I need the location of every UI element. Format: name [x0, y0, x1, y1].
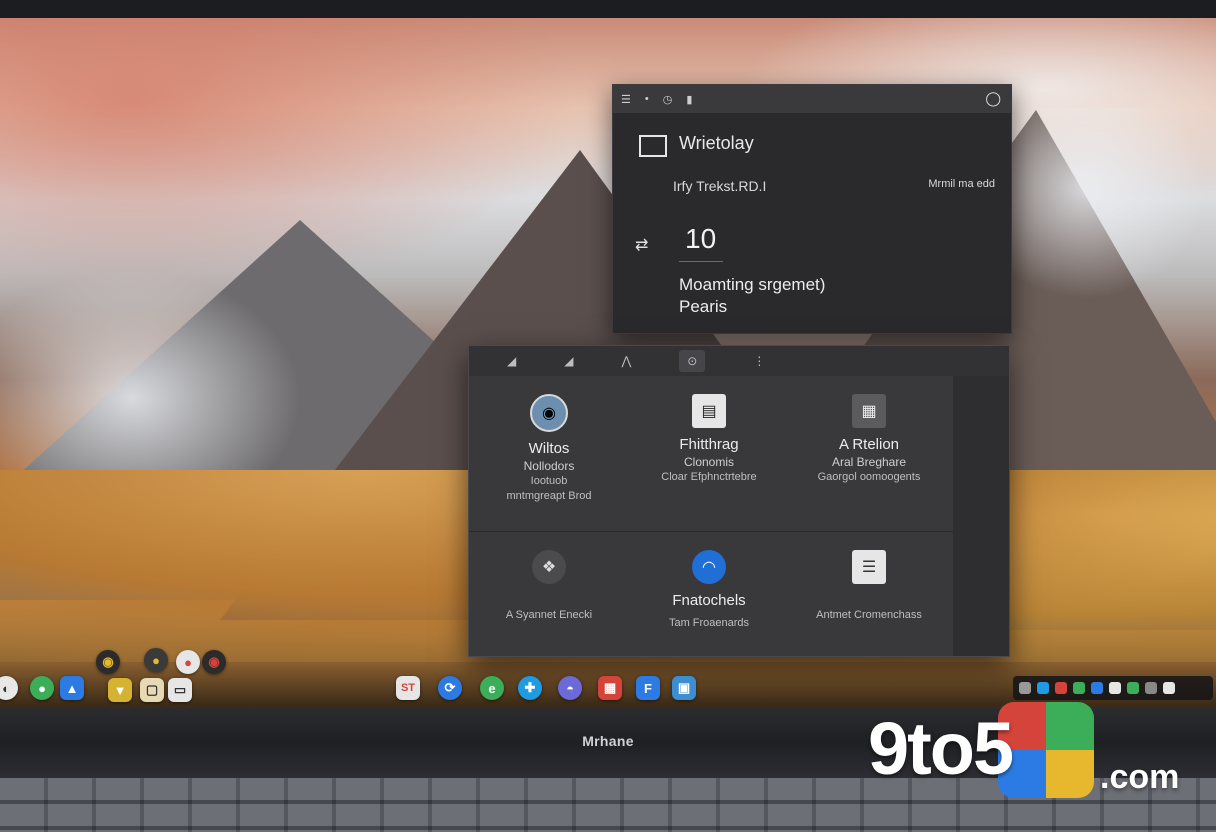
grid-cell-fhitthrag[interactable]: ▤ Fhitthrag Clonomis Cloar Efphnctrtebre — [629, 376, 789, 526]
phone-icon: ▦ — [852, 394, 886, 428]
count-underline — [679, 261, 723, 262]
document-icon: ▤ — [692, 394, 726, 428]
window-title: Wrietolay — [679, 133, 754, 153]
tray-icon[interactable] — [1127, 682, 1139, 694]
tray-icon[interactable] — [1109, 682, 1121, 694]
cell-subtitle: Nollodors — [523, 459, 575, 473]
tray-icon[interactable] — [1073, 682, 1085, 694]
window-icon[interactable]: ▣ — [672, 676, 696, 700]
tray-icon[interactable] — [1037, 682, 1049, 694]
app-grid-window: ◢ ◢ ⋀ ⊙ ⋮ ◉ Wiltos Nollodors Iootuob mnt… — [468, 345, 1010, 657]
grid-cell-wiltos[interactable]: ◉ Wiltos Nollodors Iootuob mntmgreapt Br… — [469, 376, 629, 526]
globe-icon: ◉ — [530, 394, 568, 432]
tray-icon[interactable] — [1163, 682, 1175, 694]
message-icon: ☰ — [852, 550, 886, 584]
cell-subtitle: Clonomis — [683, 455, 734, 469]
count-value: 10 — [685, 223, 717, 254]
edge-icon[interactable]: ⟳ — [438, 676, 462, 700]
more-icon[interactable]: ⋮ — [753, 354, 765, 368]
cell-detail: Gaorgol oomoogents — [817, 471, 921, 483]
window-titlebar: ☰ • ◷ ▮ — [613, 85, 1011, 113]
grid-cell-a-rtelion[interactable]: ▦ A Rtelion Aral Breghare Gaorgol oomoog… — [789, 376, 949, 526]
tray-icon[interactable] — [1055, 682, 1067, 694]
cell-detail: Tam Froaenards — [668, 617, 750, 629]
tray-icon[interactable] — [1145, 682, 1157, 694]
top-app-window: ☰ • ◷ ▮ ◯ Wrietolay Irfy Trekst.RD.I Mrm… — [612, 84, 1012, 334]
detail-line-1: Moamting srgemet) — [679, 275, 826, 294]
stack-icon[interactable]: ◓ — [558, 676, 582, 700]
window-subtitle: Irfy Trekst.RD.I — [673, 178, 767, 194]
clock-icon[interactable]: ◷ — [663, 93, 673, 106]
grid-sidebar — [953, 376, 1009, 656]
cell-detail: Cloar Efphnctrtebre — [661, 471, 757, 483]
notification-icon[interactable]: ◉ — [96, 650, 120, 674]
calendar-icon[interactable]: ▭ — [168, 678, 192, 702]
window-meta: Mrmil ma edd — [928, 178, 995, 190]
cell-detail: Iootuob — [530, 475, 568, 487]
share-icon[interactable]: ⇄ — [635, 235, 648, 255]
drive-icon[interactable]: ▲ — [60, 676, 84, 700]
settings-icon[interactable]: ⊙ — [679, 350, 706, 372]
maps-icon[interactable]: ● — [30, 676, 54, 700]
tray-icon[interactable] — [1019, 682, 1031, 694]
watermark-suffix: .com — [1100, 758, 1180, 796]
menu-icon[interactable]: ☰ — [621, 93, 631, 106]
cell-detail: Antmet Cromenchass — [816, 609, 922, 621]
dot-icon[interactable]: • — [645, 93, 649, 105]
watermark: 9to5 .com — [868, 700, 1198, 810]
back-icon[interactable]: ◢ — [507, 354, 516, 368]
watermark-logo — [998, 702, 1094, 798]
app-window-icon — [639, 135, 667, 157]
finder-icon[interactable]: ◐ — [0, 676, 18, 700]
detail-line-2: Pearis — [679, 297, 728, 316]
cell-title: Fnatochels — [672, 592, 746, 609]
tray-icon[interactable] — [1091, 682, 1103, 694]
cell-title: A Rtelion — [838, 436, 900, 453]
close-icon[interactable]: ◯ — [985, 90, 1001, 107]
shield-icon: ❖ — [532, 550, 566, 584]
grid-toolbar: ◢ ◢ ⋀ ⊙ ⋮ — [469, 346, 1009, 376]
cell-detail: A Syannet Enecki — [505, 609, 593, 621]
fantastical-icon[interactable]: ▦ — [598, 676, 622, 700]
record-icon[interactable]: ● — [176, 650, 200, 674]
photos-icon[interactable]: ▢ — [140, 678, 164, 702]
watermark-text: 9to5 — [868, 707, 1014, 790]
cell-title: Fhitthrag — [679, 436, 739, 453]
swirl-icon: ◠ — [692, 550, 726, 584]
alert-icon[interactable]: ● — [144, 648, 168, 672]
preview-icon[interactable]: F — [636, 676, 660, 700]
shield-icon[interactable]: ▼ — [108, 678, 132, 702]
cell-detail-2: mntmgreapt Brod — [506, 490, 592, 502]
forward-icon[interactable]: ◢ — [564, 354, 573, 368]
cell-title: Wiltos — [528, 440, 570, 457]
mail-icon[interactable]: e — [480, 676, 504, 700]
status-tray — [1013, 676, 1213, 700]
safari-icon[interactable]: ST — [396, 676, 420, 700]
chrome-icon[interactable]: ✚ — [518, 676, 542, 700]
cell-subtitle: Aral Breghare — [831, 455, 907, 469]
top-bezel — [0, 0, 1216, 20]
tent-icon[interactable]: ⋀ — [621, 354, 631, 368]
camera-icon[interactable]: ◉ — [202, 650, 226, 674]
bookmark-icon[interactable]: ▮ — [686, 93, 692, 106]
